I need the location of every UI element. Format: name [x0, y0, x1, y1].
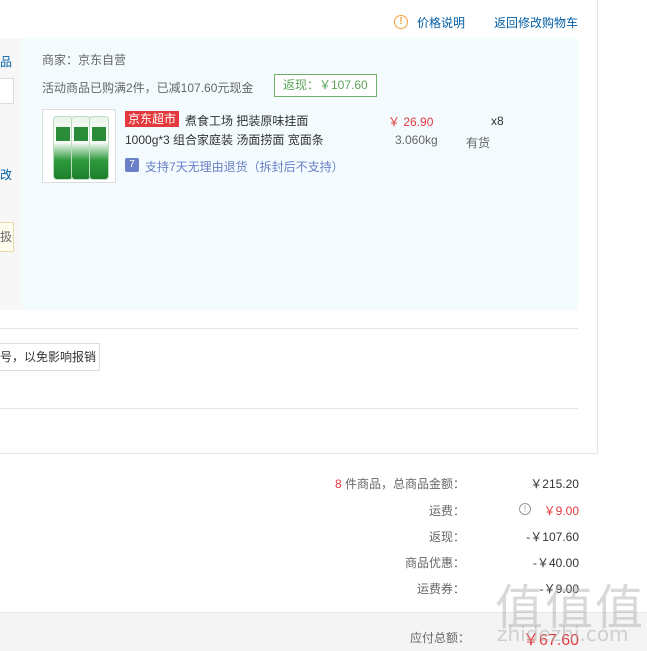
summary-freight-coupon-amount: -￥9.00	[539, 582, 579, 596]
payable-total-label: 应付总额：	[410, 631, 471, 645]
summary-cashback-row: 返现： -￥107.60	[300, 528, 579, 544]
items-count: 8	[334, 477, 342, 491]
summary-freight-coupon-row: 运费券： -￥9.00	[300, 580, 579, 596]
summary-items-amount: ￥215.20	[530, 477, 579, 491]
back-to-cart-link[interactable]: 返回修改购物车	[494, 14, 578, 31]
product-can-graphic	[89, 116, 109, 180]
product-can-graphic	[53, 116, 73, 180]
merchant-name: 商家：京东自营	[42, 53, 127, 67]
summary-freight-coupon-label: 运费券：	[416, 582, 465, 596]
left-fragment-link-top[interactable]: 品	[0, 53, 12, 70]
summary-discount-amount: -￥40.00	[532, 556, 579, 570]
product-name-line2[interactable]: 1000g*3 组合家庭装 汤面捞面 宽面条	[125, 131, 324, 148]
left-input-fragment[interactable]	[0, 78, 14, 104]
summary-cashback-amount: -￥107.60	[526, 530, 579, 544]
summary-freight-label: 运费：	[428, 504, 465, 518]
summary-items-label: 8 件商品，总商品金额：	[335, 475, 465, 492]
price-explain-link[interactable]: ! 价格说明	[394, 13, 465, 31]
left-fragment-link-middle[interactable]: 改	[0, 166, 12, 183]
divider	[0, 408, 578, 409]
promo-text: 活动商品已购满2件，已减107.60元现金	[42, 81, 254, 95]
product-image[interactable]	[42, 109, 116, 183]
payable-total-amount: ￥67.60	[522, 632, 579, 649]
return-policy-icon: 7	[125, 158, 139, 172]
return-policy-text: 支持7天无理由退货（拆封后不支持）	[145, 160, 344, 174]
price-explain-label[interactable]: 价格说明	[417, 14, 465, 31]
items-label-text: 件商品，总商品金额：	[341, 477, 465, 491]
stock-status: 有货	[466, 136, 491, 150]
jd-supermarket-tag: 京东超市	[125, 111, 180, 127]
summary-cashback-label: 返现：	[428, 530, 465, 544]
product-weight: 3.060kg	[395, 133, 438, 147]
left-tip-fragment: 扱	[0, 222, 14, 252]
product-quantity: x8	[491, 114, 504, 128]
summary-discount-row: 商品优惠： -￥40.00	[300, 554, 579, 570]
product-name-line1[interactable]: 煮食工场 把装原味挂面	[185, 112, 308, 129]
summary-discount-label: 商品优惠：	[404, 556, 465, 570]
product-price: ￥ 26.90	[388, 115, 434, 129]
divider	[0, 328, 578, 329]
summary-freight-row: ! 运费： ￥9.00	[300, 502, 579, 518]
product-can-graphic	[71, 116, 91, 180]
freight-info-icon[interactable]: !	[519, 503, 531, 515]
cashback-badge: 返现：￥107.60	[274, 74, 377, 97]
info-circle-icon: !	[394, 15, 408, 29]
invoice-note-field[interactable]: 号，以免影响报销	[0, 343, 100, 371]
summary-freight-amount: ￥9.00	[543, 504, 579, 518]
summary-items-row: 8 件商品，总商品金额： ￥215.20	[300, 475, 579, 491]
